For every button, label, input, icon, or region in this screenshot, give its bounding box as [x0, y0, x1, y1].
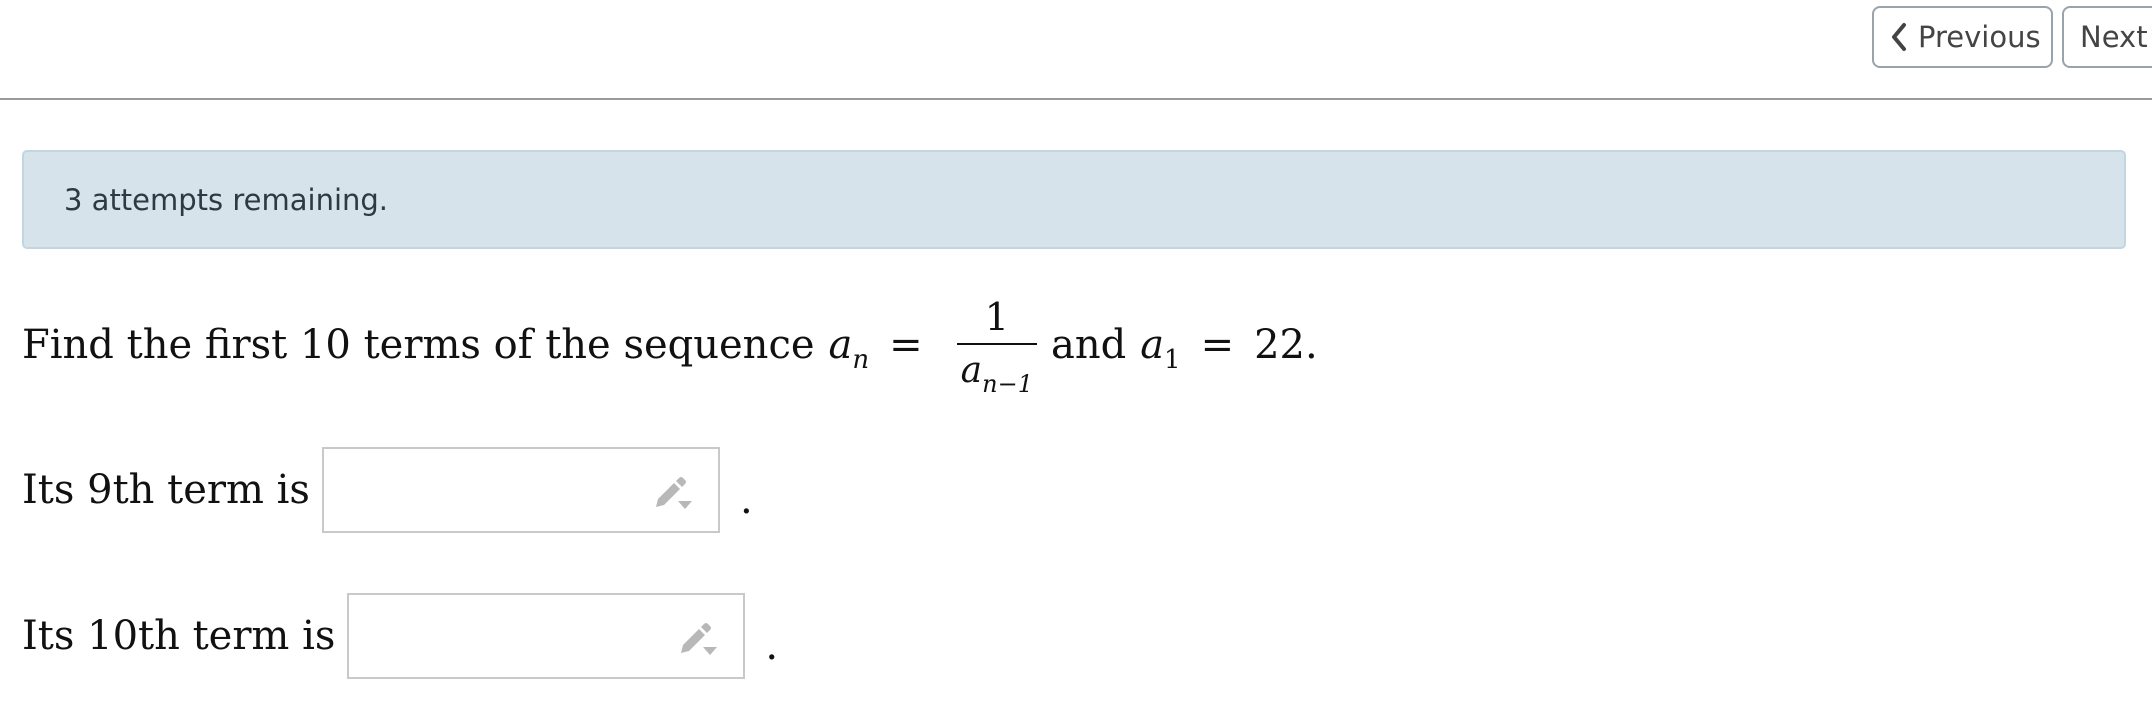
initial-value: 22.	[1254, 322, 1318, 368]
tenth-term-answer-box[interactable]	[347, 593, 746, 679]
question-prefix: Find the first 10 terms of the sequence	[22, 322, 815, 368]
ninth-term-answer-box[interactable]	[321, 447, 720, 533]
math-var-a: a	[960, 349, 983, 391]
ninth-term-label: Its 9th term is	[22, 467, 310, 513]
tenth-term-row: Its 10th term is .	[22, 592, 778, 680]
attempts-remaining-banner: 3 attempts remaining.	[22, 150, 2126, 249]
question-statement: Find the first 10 terms of the sequence …	[22, 290, 1318, 400]
recursive-fraction: 1 an−1	[956, 294, 1037, 398]
tenth-term-period: .	[765, 623, 779, 669]
previous-button[interactable]: Previous	[1872, 6, 2053, 68]
chevron-left-icon	[1892, 23, 1906, 51]
next-button[interactable]: Next	[2062, 6, 2152, 68]
ninth-term-input[interactable]	[323, 449, 664, 531]
pencil-dropdown-icon[interactable]	[652, 473, 696, 511]
fraction-numerator: 1	[984, 294, 1009, 339]
equals-sign: =	[889, 322, 923, 368]
math-var-a: a	[828, 322, 853, 368]
sequence-term-an: an	[828, 322, 870, 375]
tenth-term-label: Its 10th term is	[22, 613, 336, 659]
initial-term-a1: a1	[1140, 322, 1180, 375]
equals-sign: =	[1200, 322, 1235, 368]
attempts-remaining-text: 3 attempts remaining.	[64, 182, 389, 217]
math-sub-n: n	[852, 345, 870, 375]
ninth-term-period: .	[739, 477, 753, 523]
previous-button-label: Previous	[1918, 20, 2041, 54]
math-sub-1: 1	[1164, 345, 1181, 375]
tenth-term-input[interactable]	[349, 595, 690, 677]
fraction-denominator: an−1	[956, 342, 1037, 398]
pencil-dropdown-icon[interactable]	[677, 619, 721, 657]
math-var-a: a	[1140, 322, 1165, 368]
connector-text: and	[1050, 322, 1127, 368]
ninth-term-row: Its 9th term is .	[22, 446, 753, 534]
top-navigation-bar: Previous Next	[0, 0, 2152, 100]
math-sub-n-minus-1: n−1	[982, 369, 1033, 398]
next-button-label: Next	[2080, 20, 2148, 54]
